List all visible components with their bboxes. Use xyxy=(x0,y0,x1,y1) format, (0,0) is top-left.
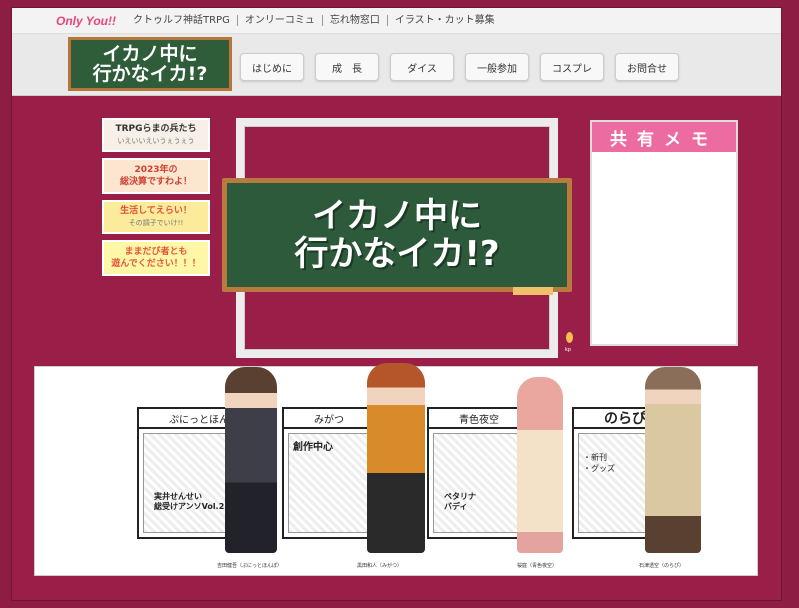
character-illustration xyxy=(645,367,701,553)
side-banner-trpg-title: TRPGらまの兵たち xyxy=(115,124,197,134)
header-banner[interactable]: イカノ中に 行かなイカ!? xyxy=(68,37,232,91)
pin-label: kp xyxy=(565,347,572,353)
nav-general-button[interactable]: 一般参加 xyxy=(465,53,529,81)
site-logo[interactable]: Only You!! xyxy=(56,14,116,28)
circle-card-text-line1: 実井せんせい xyxy=(154,492,202,501)
side-banner-play-line2: 遊んでください！！！ xyxy=(111,259,201,269)
pin-icon[interactable] xyxy=(566,332,573,343)
character-illustration xyxy=(225,367,277,553)
top-bar: Only You!! クトゥルフ神話TRPG オンリーコミュ 忘れ物窓口 イラス… xyxy=(12,8,781,34)
nav-contact-button[interactable]: お問合せ xyxy=(615,53,679,81)
nav-growth-button[interactable]: 成 長 xyxy=(315,53,379,81)
character-illustration xyxy=(517,377,563,553)
side-banner-trpg[interactable]: TRPGらまの兵たち いえいいえいうぇうぇう xyxy=(102,118,210,152)
nav-dice-button[interactable]: ダイス xyxy=(390,53,454,81)
main-nav: はじめに 成 長 ダイス 一般参加 コスプレ お問合せ xyxy=(240,53,679,81)
circle-card-text: ペタリナ バディ xyxy=(444,492,476,512)
side-banners: TRPGらまの兵たち いえいいえいうぇうぇう 2023年の 総決算ですわよ！ 生… xyxy=(102,118,210,282)
circle-card-text-line2: バディ xyxy=(444,502,468,511)
character-caption: 石津透空（のらぴ） xyxy=(639,563,685,569)
site-header: イカノ中に 行かなイカ!? はじめに 成 長 ダイス 一般参加 コスプレ お問合… xyxy=(12,34,781,96)
main-chalkboard-banner: イカノ中に 行かなイカ!? xyxy=(222,178,572,295)
nav-intro-button[interactable]: はじめに xyxy=(240,53,304,81)
memo-title: 共有メモ xyxy=(592,122,736,152)
header-banner-line2: 行かなイカ!? xyxy=(92,63,208,85)
main-banner-line2: 行かなイカ!? xyxy=(294,234,500,274)
side-banner-2023[interactable]: 2023年の 総決算ですわよ！ xyxy=(102,158,210,194)
chalk-icon xyxy=(513,287,553,295)
side-banner-2023-line1: 2023年の xyxy=(134,165,178,175)
shared-memo-panel: 共有メモ xyxy=(590,120,738,346)
page-container: Only You!! クトゥルフ神話TRPG オンリーコミュ 忘れ物窓口 イラス… xyxy=(12,8,781,600)
character-caption: 吉田健吾（ぷにっとほんぽ） xyxy=(217,563,283,569)
side-banner-living-line2: その調子でいけ!! xyxy=(128,219,184,227)
topbar-link-community[interactable]: オンリーコミュ xyxy=(238,15,323,26)
side-banner-trpg-sub: いえいいえいうぇうぇう xyxy=(117,137,195,145)
circle-card-text-line1: ペタリナ xyxy=(444,492,476,501)
nav-cosplay-button[interactable]: コスプレ xyxy=(540,53,604,81)
circle-card-text-line2: 総受けアンソVol.2! xyxy=(154,502,228,511)
side-banner-living-line1: 生活してえらい！ xyxy=(120,206,192,216)
circle-showcase: ぷにっとほんぽ 実井せんせい 総受けアンソVol.2! みがつ 創作中心 青色夜… xyxy=(34,363,758,576)
topbar-link-lost-found[interactable]: 忘れ物窓口 xyxy=(323,15,388,26)
side-banner-2023-line2: 総決算ですわよ！ xyxy=(119,177,192,187)
header-banner-line1: イカノ中に xyxy=(102,43,198,65)
character-caption: 黒田和人（みがつ） xyxy=(357,563,403,569)
main-banner-line1: イカノ中に xyxy=(312,196,482,236)
character-caption: 桜庭（青色夜空） xyxy=(517,563,558,569)
side-banner-play-line1: ままだび者とも xyxy=(124,247,188,257)
character-illustration xyxy=(367,363,425,553)
topbar-link-illustration[interactable]: イラスト・カット募集 xyxy=(388,15,502,26)
side-banner-living[interactable]: 生活してえらい！ その調子でいけ!! xyxy=(102,200,210,234)
topbar-link-trpg[interactable]: クトゥルフ神話TRPG xyxy=(126,15,238,26)
circle-card-text: 実井せんせい 総受けアンソVol.2! xyxy=(154,492,228,512)
side-banner-play[interactable]: ままだび者とも 遊んでください！！！ xyxy=(102,240,210,276)
